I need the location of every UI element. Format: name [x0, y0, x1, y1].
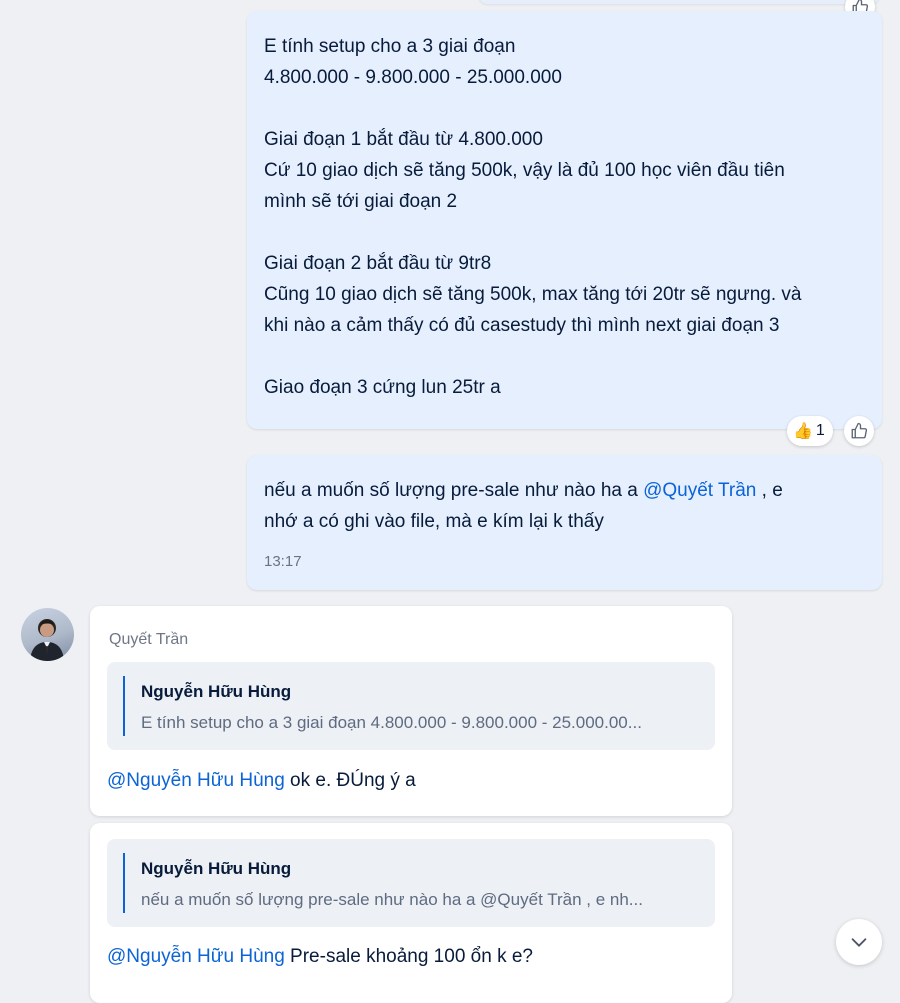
paragraph-2: Giai đoạn 1 bắt đầu từ 4.800.000 Cứ 10 g…	[264, 124, 801, 217]
outgoing-message-presale[interactable]: nếu a muốn số lượng pre-sale như nào ha …	[247, 455, 882, 590]
sender-name: Quyết Trần	[109, 631, 189, 648]
message-text: nếu a muốn số lượng pre-sale như nào ha …	[264, 475, 783, 537]
quote-bar	[123, 853, 125, 913]
quote-author: Nguyễn Hữu Hùng	[141, 682, 292, 701]
text-segment: Pre-sale khoảng 100 ổn k e?	[284, 946, 533, 967]
text-line: khi nào a cảm thấy có đủ casestudy thì m…	[264, 315, 780, 336]
message-timestamp: 13:17	[264, 553, 302, 570]
quote-bar	[123, 676, 125, 736]
quote-text: E tính setup cho a 3 giai đoạn 4.800.000…	[141, 713, 642, 732]
person-avatar-icon	[30, 619, 64, 661]
quote-text: nếu a muốn số lượng pre-sale như nào ha …	[141, 890, 643, 909]
text-segment: , e	[756, 480, 783, 501]
text-line: Cứ 10 giao dịch sẽ tăng 500k, vậy là đủ …	[264, 160, 785, 181]
text-line: E tính setup cho a 3 giai đoạn	[264, 36, 516, 57]
incoming-message-reply-1[interactable]: Quyết Trần Nguyễn Hữu Hùng E tính setup …	[90, 606, 732, 816]
avatar[interactable]	[21, 608, 74, 661]
paragraph-1: E tính setup cho a 3 giai đoạn 4.800.000…	[264, 31, 801, 93]
text-segment: nếu a muốn số lượng pre-sale như nào ha …	[264, 480, 644, 501]
text-line: 4.800.000 - 9.800.000 - 25.000.000	[264, 67, 562, 88]
text-line: Giai đoạn 2 bắt đầu từ 9tr8	[264, 253, 492, 274]
text-line: Giai đoạn 1 bắt đầu từ 4.800.000	[264, 129, 543, 150]
message-text: E tính setup cho a 3 giai đoạn 4.800.000…	[264, 31, 801, 403]
message-text: @Nguyễn Hữu Hùng ok e. ĐÚng ý a	[107, 765, 416, 796]
mention-link[interactable]: @Quyết Trần	[643, 480, 756, 501]
text-segment: ok e. ĐÚng ý a	[284, 770, 416, 791]
mention-link[interactable]: @Nguyễn Hữu Hùng	[107, 770, 285, 791]
text-line: nếu a muốn số lượng pre-sale như nào ha …	[264, 475, 783, 506]
quote-author: Nguyễn Hữu Hùng	[141, 859, 292, 878]
reaction-count-badge[interactable]: 👍 1	[787, 416, 833, 446]
chevron-down-icon	[851, 938, 867, 947]
text-line: Cũng 10 giao dịch sẽ tăng 500k, max tăng…	[264, 284, 802, 305]
text-line: mình sẽ tới giai đoạn 2	[264, 191, 458, 212]
thumbs-up-outline-icon	[851, 422, 868, 439]
quoted-message[interactable]: Nguyễn Hữu Hùng E tính setup cho a 3 gia…	[107, 662, 715, 750]
thumbs-up-emoji-icon: 👍	[793, 423, 813, 440]
paragraph-4: Giao đoạn 3 cứng lun 25tr a	[264, 372, 801, 403]
message-text: @Nguyễn Hữu Hùng Pre-sale khoảng 100 ổn …	[107, 941, 533, 972]
paragraph-3: Giai đoạn 2 bắt đầu từ 9tr8 Cũng 10 giao…	[264, 248, 801, 341]
incoming-message-reply-2[interactable]: Nguyễn Hữu Hùng nếu a muốn số lượng pre-…	[90, 823, 732, 1003]
reaction-count: 1	[815, 422, 825, 439]
text-line: nhớ a có ghi vào file, mà e kím lại k th…	[264, 511, 604, 532]
text-line: Giao đoạn 3 cứng lun 25tr a	[264, 377, 501, 398]
quoted-message[interactable]: Nguyễn Hữu Hùng nếu a muốn số lượng pre-…	[107, 839, 715, 927]
outgoing-message-setup[interactable]: E tính setup cho a 3 giai đoạn 4.800.000…	[247, 11, 882, 429]
previous-message-bubble	[478, 0, 880, 4]
scroll-to-bottom-button[interactable]	[836, 919, 882, 965]
mention-link[interactable]: @Nguyễn Hữu Hùng	[107, 946, 285, 967]
like-button[interactable]	[844, 416, 874, 446]
